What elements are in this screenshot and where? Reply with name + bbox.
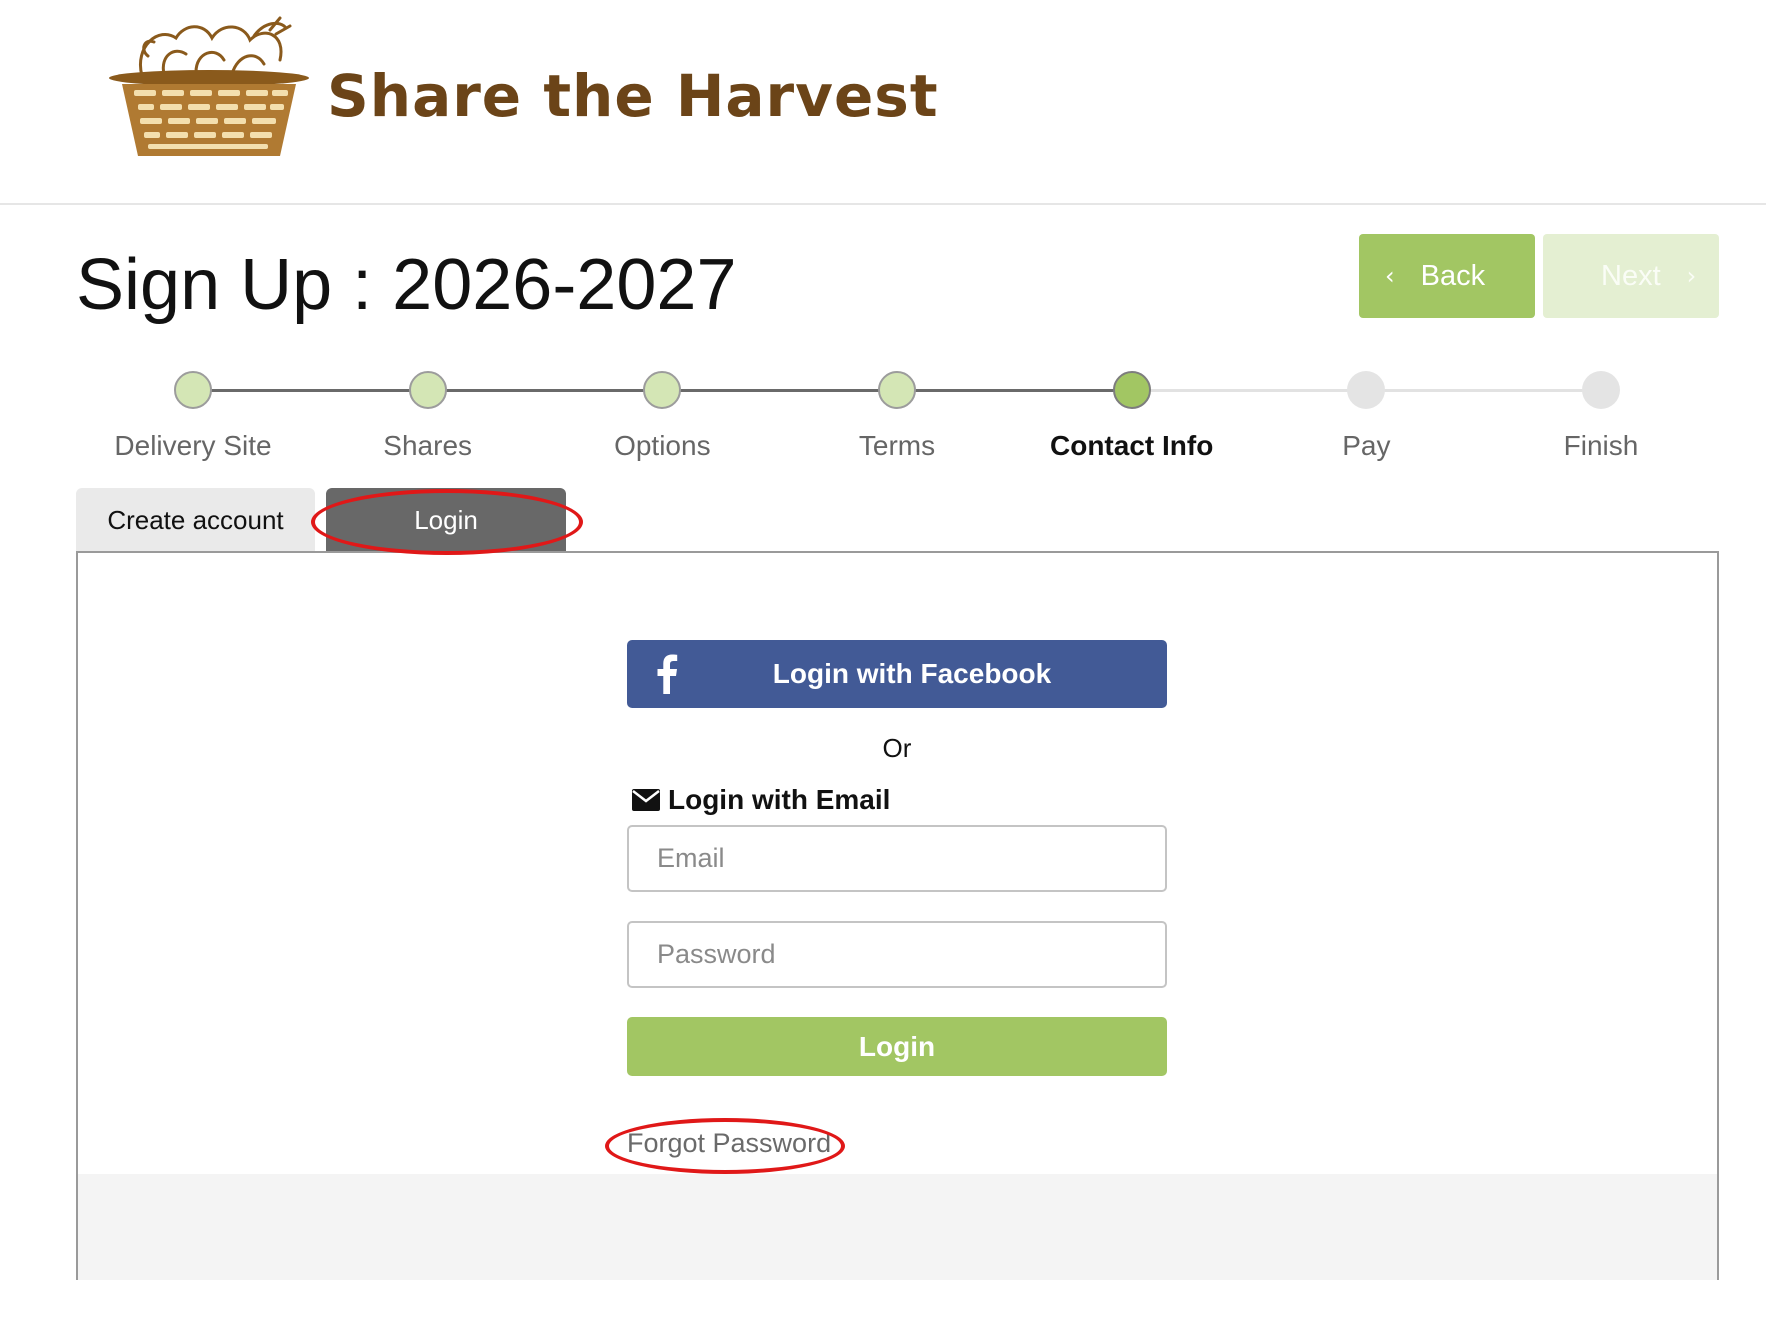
step-connector xyxy=(193,389,428,392)
chevron-left-icon: ‹ xyxy=(1385,262,1395,290)
step-label-shares: Shares xyxy=(383,430,473,461)
step-label-terms: Terms xyxy=(858,430,936,461)
step-connector xyxy=(662,389,897,392)
step-dot-delivery-site xyxy=(174,371,212,409)
step-label-delivery-site: Delivery Site xyxy=(114,430,272,461)
page-title: Sign Up : 2026-2027 xyxy=(76,245,737,325)
facebook-login-label: Login with Facebook xyxy=(772,658,1052,689)
email-field[interactable] xyxy=(627,825,1167,892)
step-dot-options xyxy=(643,371,682,409)
step-connector xyxy=(1366,389,1601,392)
step-label-options: Options xyxy=(614,430,711,461)
next-button[interactable]: Next › xyxy=(1543,234,1719,318)
step-label-finish: Finish xyxy=(1563,430,1639,461)
panel-footer xyxy=(78,1174,1717,1280)
step-dot-finish xyxy=(1582,371,1620,409)
email-login-heading: Login with Email xyxy=(632,782,890,818)
forgot-password-link[interactable]: Forgot Password xyxy=(627,1128,831,1159)
step-label-pay: Pay xyxy=(1342,430,1391,461)
step-connector xyxy=(1131,389,1367,392)
tab-login[interactable]: Login xyxy=(326,488,566,552)
step-dot-terms xyxy=(878,371,916,409)
chevron-right-icon: › xyxy=(1686,262,1697,290)
back-button-label: Back xyxy=(1420,259,1486,292)
step-label-contact-info: Contact Info xyxy=(1050,430,1214,461)
email-login-label: Login with Email xyxy=(668,784,891,815)
login-button[interactable]: Login xyxy=(627,1017,1167,1076)
harvest-basket-icon xyxy=(109,16,309,156)
tab-create-account[interactable]: Create account xyxy=(76,488,315,552)
next-button-label: Next xyxy=(1601,259,1661,292)
step-dot-pay xyxy=(1347,371,1386,409)
mail-icon xyxy=(632,789,660,811)
back-button[interactable]: ‹ Back xyxy=(1359,234,1535,318)
or-divider: Or xyxy=(882,733,912,763)
site-header: Share the Harvest xyxy=(0,0,1766,205)
brand-name: Share the Harvest xyxy=(327,62,939,130)
password-field[interactable] xyxy=(627,921,1167,988)
progress-steps: Delivery Site Shares Options Terms Contact I… xyxy=(0,360,1766,480)
facebook-login-button[interactable]: Login with Facebook xyxy=(627,640,1167,708)
step-connector xyxy=(427,389,663,392)
step-connector xyxy=(897,389,1132,392)
step-dot-shares xyxy=(408,371,447,409)
step-dot-contact-info xyxy=(1112,371,1151,409)
